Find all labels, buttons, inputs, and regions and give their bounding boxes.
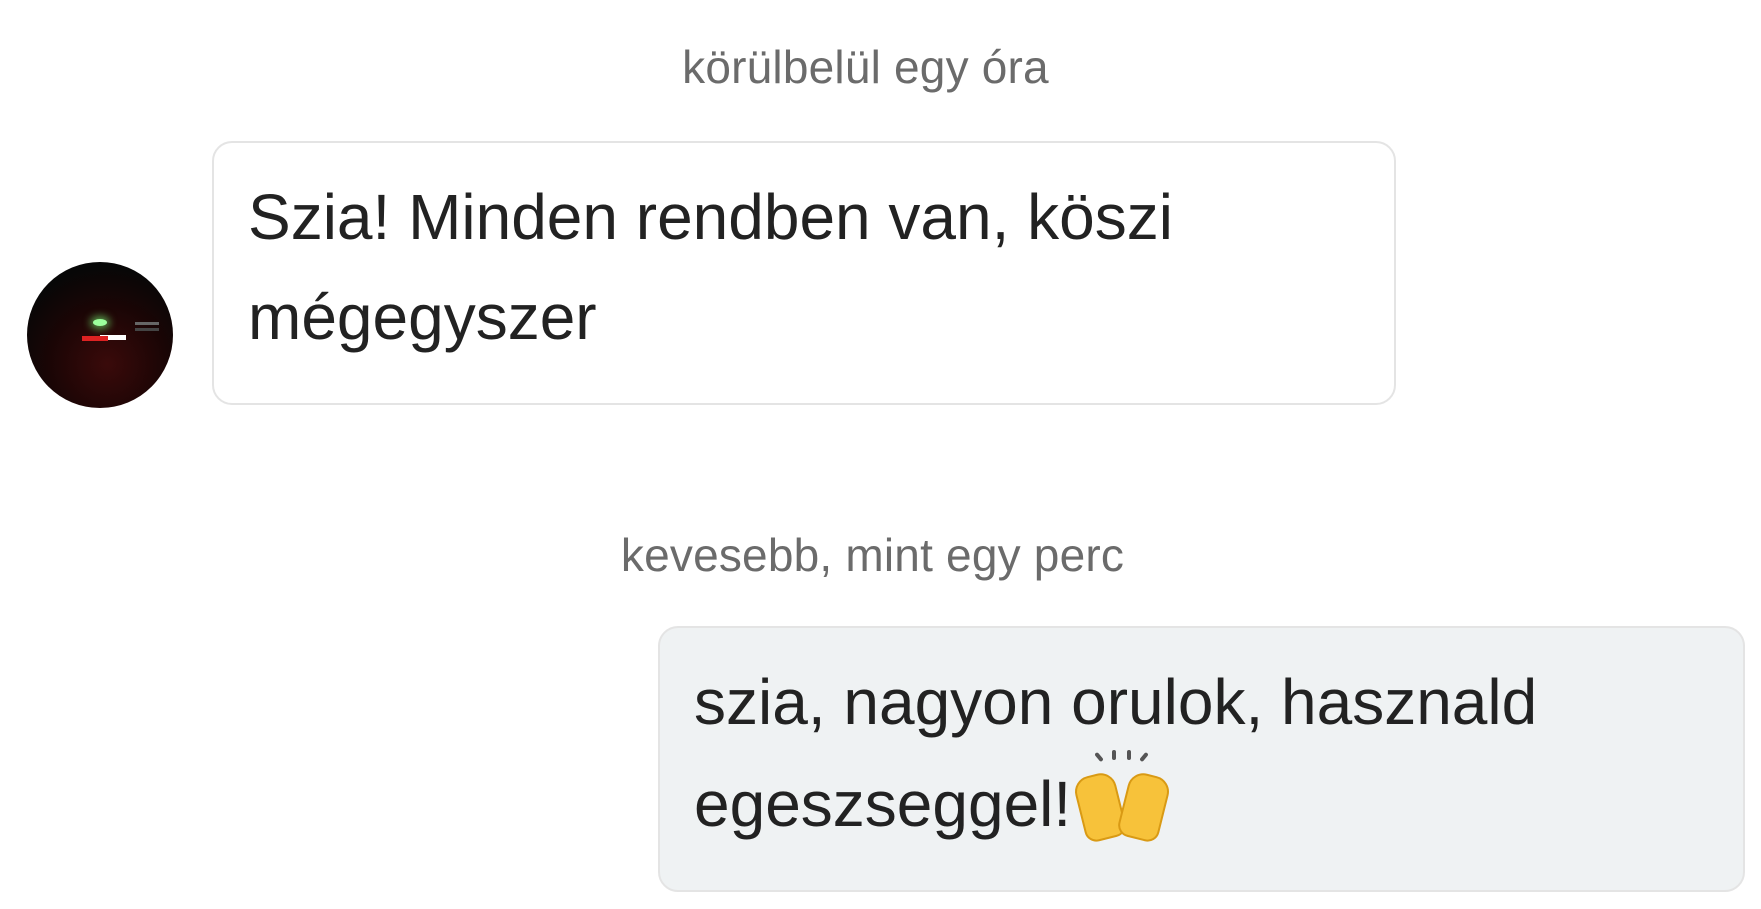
outgoing-message-bubble[interactable]: szia, nagyon orulok, hasznald egeszsegge… (658, 626, 1745, 892)
raising-hands-icon (1071, 750, 1173, 845)
message-text-line: egeszseggel! (694, 768, 1072, 840)
message-timestamp: kevesebb, mint egy perc (620, 529, 1125, 581)
avatar[interactable] (27, 262, 173, 408)
message-text-line: szia, nagyon orulok, hasznald (694, 666, 1538, 738)
message-timestamp: körülbelül egy óra (682, 41, 1049, 93)
incoming-message-bubble[interactable]: Szia! Minden rendben van, köszi mégegysz… (212, 141, 1396, 405)
message-text-line: mégegyszer (248, 281, 597, 353)
message-text-line: Szia! Minden rendben van, köszi (248, 181, 1173, 253)
